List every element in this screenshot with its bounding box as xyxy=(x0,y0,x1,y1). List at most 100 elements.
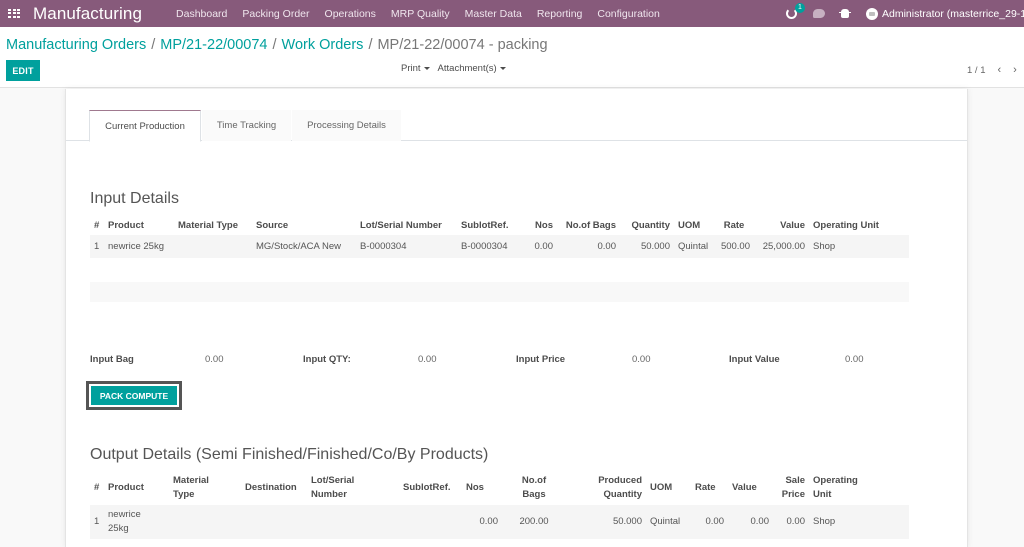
output-col-label-line2: Number xyxy=(311,489,347,500)
output-details-table: # Product Material Type Destination Lot/Seria… xyxy=(90,471,909,539)
input-col-sublotref: SublotRef. xyxy=(461,219,509,231)
output-col-value: Value xyxy=(728,471,773,505)
output-col-label-line1: Sale xyxy=(785,475,805,486)
menu-mrp-quality[interactable]: MRP Quality xyxy=(391,8,450,20)
menu-reporting[interactable]: Reporting xyxy=(537,8,583,20)
input-table-empty-row xyxy=(90,282,909,302)
output-table-row[interactable]: 1 newrice 25kg 0.00 200.00 50.000 Quintal 0.00 0… xyxy=(90,505,909,539)
input-price-label: Input Price xyxy=(516,354,566,365)
input-col-product: Product xyxy=(108,219,144,231)
menu-configuration[interactable]: Configuration xyxy=(597,8,659,20)
output-col-rate: Rate xyxy=(691,471,728,505)
output-col-lot-serial-number: Lot/Serial Number xyxy=(307,471,399,505)
output-col-material-type: Material Type xyxy=(169,471,241,505)
top-navbar: Manufacturing Dashboard Packing Order Op… xyxy=(0,0,1024,27)
output-col-label-line2: Quantity xyxy=(603,489,642,500)
output-col-sale-price: Sale Price xyxy=(773,471,809,505)
output-col-label-line1: Nos xyxy=(466,482,484,493)
input-cell-no-of-bags: 0.00 xyxy=(597,241,617,252)
input-value-value: 0.00 xyxy=(845,354,864,365)
user-avatar[interactable] xyxy=(866,7,878,20)
output-col-label-line2: Unit xyxy=(813,489,832,500)
output-cell-produced-quantity: 50.000 xyxy=(566,505,646,539)
apps-menu-icon[interactable] xyxy=(8,8,20,19)
output-col-operating-unit: Operating Unit xyxy=(809,471,909,505)
output-col-label-line1: Product xyxy=(108,482,144,493)
output-col-destination: Destination xyxy=(241,471,307,505)
input-table-header: # Product Material Type Source Lot/Serial Nu… xyxy=(90,215,909,235)
menu-packing-order[interactable]: Packing Order xyxy=(242,8,309,20)
breadcrumb-separator: / xyxy=(272,37,277,53)
output-table-header: # Product Material Type Destination Lot/Seria… xyxy=(90,471,909,505)
output-col-label-line1: Produced xyxy=(598,475,642,486)
input-cell-value: 25,000.00 xyxy=(762,241,805,252)
breadcrumb-work-orders[interactable]: Work Orders xyxy=(282,37,364,53)
form-sheet: Current Production Time Tracking Process… xyxy=(65,89,968,547)
output-cell-line1: 0.00 xyxy=(786,516,806,527)
debug-bug-icon[interactable] xyxy=(839,9,851,18)
app-brand: Manufacturing xyxy=(33,3,143,23)
breadcrumb-current: MP/21-22/00074 - packing xyxy=(377,37,548,53)
output-cell-line1: 0.00 xyxy=(705,516,725,527)
output-col-label-line1: SublotRef. xyxy=(403,482,451,493)
input-cell-operating-unit: Shop xyxy=(813,241,836,252)
output-cell-line1: 1 xyxy=(94,516,100,527)
output-col-index: # xyxy=(90,471,104,505)
pager-next-icon[interactable]: › xyxy=(1013,64,1017,76)
caret-down-icon xyxy=(423,66,430,70)
pack-compute-button[interactable]: PACK COMPUTE xyxy=(91,386,177,405)
input-col-rate: Rate xyxy=(723,219,745,231)
pager-value[interactable]: 1 / 1 xyxy=(967,65,986,76)
input-col-index: # xyxy=(94,219,100,231)
input-bag-label: Input Bag xyxy=(90,354,134,365)
input-cell-sublotref: B-0000304 xyxy=(461,241,508,252)
output-cell-line1: 0.00 xyxy=(750,516,770,527)
output-col-label-line1: No.of xyxy=(521,475,547,486)
print-dropdown[interactable]: Print xyxy=(401,63,430,74)
user-menu[interactable]: Administrator (masterrice_29-1 xyxy=(882,8,1024,20)
output-col-produced-quantity: Produced Quantity xyxy=(566,471,646,505)
pager: 1 / 1 ‹ › xyxy=(967,64,1017,76)
input-table-row[interactable]: 1 newrice 25kg MG/Stock/ACA New B-0000304 B-… xyxy=(90,235,909,258)
menu-dashboard[interactable]: Dashboard xyxy=(176,8,227,20)
input-col-quantity: Quantity xyxy=(631,219,670,231)
input-col-value: Value xyxy=(780,219,805,231)
output-cell-nos: 0.00 xyxy=(462,505,502,539)
print-label: Print xyxy=(401,63,421,74)
tab-time-tracking[interactable]: Time Tracking xyxy=(202,110,291,141)
edit-button[interactable]: EDIT xyxy=(6,60,40,81)
input-cell-lot-serial-number: B-0000304 xyxy=(360,241,407,252)
breadcrumb-manufacturing-orders[interactable]: Manufacturing Orders xyxy=(6,37,146,53)
caret-down-icon xyxy=(499,66,506,70)
output-cell-rate: 0.00 xyxy=(691,505,728,539)
output-col-label-line1: Material xyxy=(173,475,209,486)
breadcrumb: Manufacturing Orders / MP/21-22/00074/Work… xyxy=(6,37,548,53)
output-col-label-line2: Bags xyxy=(522,489,546,500)
output-cell-line1: newrice xyxy=(108,509,141,520)
breadcrumb-mo[interactable]: MP/21-22/00074 xyxy=(160,37,267,53)
sidebar-actions: Print Attachment(s) xyxy=(401,63,514,74)
output-cell-destination xyxy=(241,505,307,539)
output-col-label-line2: Type xyxy=(173,489,195,500)
activity-clock-icon[interactable]: 1 xyxy=(786,3,805,19)
output-col-label-line1: Lot/Serial xyxy=(311,475,355,486)
tab-processing-details[interactable]: Processing Details xyxy=(292,110,401,141)
output-col-product: Product xyxy=(104,471,169,505)
output-col-uom: UOM xyxy=(646,471,691,505)
input-col-nos: Nos xyxy=(535,219,553,231)
output-col-label-line1: UOM xyxy=(650,482,673,493)
input-cell-nos: 0.00 xyxy=(534,241,554,252)
pager-previous-icon[interactable]: ‹ xyxy=(998,64,1002,76)
attachments-dropdown[interactable]: Attachment(s) xyxy=(438,63,506,74)
tab-current-production[interactable]: Current Production xyxy=(89,110,201,142)
input-cell-uom: Quintal xyxy=(678,241,709,252)
menu-master-data[interactable]: Master Data xyxy=(465,8,522,20)
chat-icon[interactable] xyxy=(813,9,825,18)
input-col-operating-unit: Operating Unit xyxy=(813,219,879,231)
output-cell-line1: 50.000 xyxy=(612,516,642,527)
input-col-uom: UOM xyxy=(678,219,701,231)
control-panel: Manufacturing Orders / MP/21-22/00074/Work… xyxy=(0,27,1024,88)
output-cell-lot-serial-number xyxy=(307,505,399,539)
menu-operations[interactable]: Operations xyxy=(325,8,376,20)
input-qty-label: Input QTY: xyxy=(303,354,351,365)
